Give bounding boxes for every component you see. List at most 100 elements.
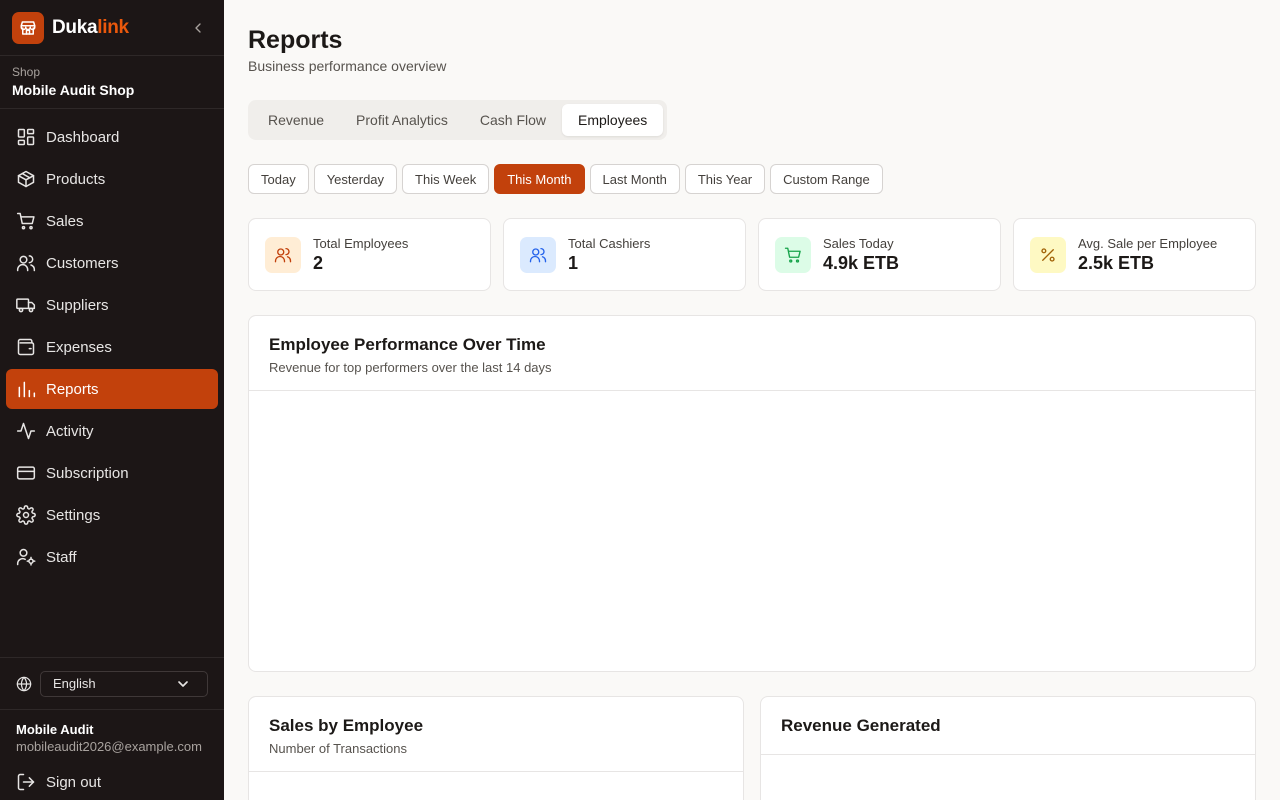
sidebar-item-reports[interactable]: Reports xyxy=(6,369,218,409)
user-info: Mobile Audit mobileaudit2026@example.com… xyxy=(0,709,224,800)
log-out-icon xyxy=(17,773,35,791)
revenue-generated-card: Revenue Generated xyxy=(760,696,1256,800)
store-icon[interactable] xyxy=(12,11,44,44)
sidebar-item-dashboard[interactable]: Dashboard xyxy=(6,117,218,157)
date-range-filter: Today Yesterday This Week This Month Las… xyxy=(248,164,883,194)
card-title: Sales by Employee xyxy=(269,716,424,735)
stat-value: 1 xyxy=(568,252,579,273)
stat-label: Sales Today xyxy=(823,235,894,251)
tab-profit-analytics[interactable]: Profit Analytics xyxy=(340,104,464,136)
range-yesterday-button[interactable]: Yesterday xyxy=(313,164,398,194)
range-today-button[interactable]: Today xyxy=(248,164,309,194)
sidebar-item-subscription[interactable]: Subscription xyxy=(6,453,218,493)
percent-icon xyxy=(1030,236,1066,273)
range-this-year-button[interactable]: This Year xyxy=(684,164,766,194)
language-switcher: English xyxy=(0,657,224,709)
sales-chart-area xyxy=(249,772,743,800)
card-title: Revenue Generated xyxy=(781,716,941,735)
card-header: Sales by Employee Number of Transactions xyxy=(249,697,743,772)
shop-info: Shop Mobile Audit Shop xyxy=(0,56,224,109)
stat-card-total-employees: Total Employees 2 xyxy=(248,218,491,291)
card-subtitle: Revenue for top performers over the last… xyxy=(269,360,552,375)
user-email: mobileaudit2026@example.com xyxy=(16,739,202,754)
cart-icon xyxy=(775,236,811,273)
card-title: Employee Performance Over Time xyxy=(269,335,546,354)
tab-employees[interactable]: Employees xyxy=(562,104,664,136)
card-subtitle: Number of Transactions xyxy=(269,741,408,756)
bar-chart-icon xyxy=(18,381,36,398)
sidebar-item-label: Dashboard xyxy=(46,128,120,146)
stat-value: 2.5k ETB xyxy=(1078,252,1155,273)
sidebar-item-label: Subscription xyxy=(46,464,129,482)
sign-out-button[interactable]: Sign out xyxy=(16,764,208,800)
range-this-week-button[interactable]: This Week xyxy=(402,164,490,194)
sidebar-item-label: Activity xyxy=(46,422,94,440)
range-custom-button[interactable]: Custom Range xyxy=(770,164,883,194)
box-icon xyxy=(17,170,35,188)
card-header: Employee Performance Over Time Revenue f… xyxy=(249,316,1255,391)
performance-chart-area xyxy=(249,391,1255,671)
language-select[interactable]: English xyxy=(40,670,208,697)
gear-icon xyxy=(16,505,36,525)
sidebar-item-products[interactable]: Products xyxy=(6,159,218,199)
language-selected-value: English xyxy=(53,676,96,691)
revenue-chart-area xyxy=(761,755,1255,800)
range-last-month-button[interactable]: Last Month xyxy=(589,164,680,194)
sidebar-nav: Dashboard Products Sales Customers Suppl… xyxy=(0,109,224,657)
user-cog-icon xyxy=(16,548,36,566)
tab-cash-flow[interactable]: Cash Flow xyxy=(464,104,562,136)
sales-by-employee-card: Sales by Employee Number of Transactions xyxy=(248,696,744,800)
employee-performance-card: Employee Performance Over Time Revenue f… xyxy=(248,315,1256,672)
shop-name: Mobile Audit Shop xyxy=(12,82,135,98)
sidebar-item-label: Customers xyxy=(46,254,119,272)
brand-header: Dukalink xyxy=(0,0,224,56)
stat-card-total-cashiers: Total Cashiers 1 xyxy=(503,218,746,291)
brand-name: Dukalink xyxy=(52,16,129,38)
sidebar-item-label: Expenses xyxy=(46,338,112,356)
chevron-left-icon xyxy=(195,23,201,33)
range-this-month-button[interactable]: This Month xyxy=(494,164,585,194)
sidebar-item-settings[interactable]: Settings xyxy=(6,495,218,535)
stats-row: Total Employees 2 Total Cashiers 1 Sales… xyxy=(248,218,1256,291)
stat-label: Total Cashiers xyxy=(568,235,651,251)
cart-icon xyxy=(16,212,35,230)
truck-icon xyxy=(16,298,36,313)
main-content: Reports Business performance overview Re… xyxy=(224,0,1280,800)
users-icon xyxy=(520,236,556,273)
chevron-down-icon xyxy=(178,680,188,687)
dashboard-icon xyxy=(17,128,35,146)
wallet-icon xyxy=(17,338,35,356)
stat-value: 2 xyxy=(313,252,324,273)
users-icon xyxy=(16,255,36,272)
collapse-sidebar-button[interactable] xyxy=(188,18,208,38)
sidebar-item-label: Products xyxy=(46,170,106,188)
sidebar-item-label: Staff xyxy=(46,548,77,566)
sidebar-item-sales[interactable]: Sales xyxy=(6,201,218,241)
globe-icon xyxy=(16,676,32,691)
sidebar-item-label: Settings xyxy=(46,506,101,524)
sidebar-item-expenses[interactable]: Expenses xyxy=(6,327,218,367)
sidebar-item-suppliers[interactable]: Suppliers xyxy=(6,285,218,325)
sidebar-item-staff[interactable]: Staff xyxy=(6,537,218,577)
card-header: Revenue Generated xyxy=(761,697,1255,755)
credit-card-icon xyxy=(16,466,36,480)
stat-card-avg-sale: Avg. Sale per Employee 2.5k ETB xyxy=(1013,218,1256,291)
sidebar: Dukalink Shop Mobile Audit Shop Dashboar… xyxy=(0,0,224,800)
tab-revenue[interactable]: Revenue xyxy=(252,104,340,136)
sidebar-item-customers[interactable]: Customers xyxy=(6,243,218,283)
stat-label: Total Employees xyxy=(313,235,409,251)
user-name: Mobile Audit xyxy=(16,722,94,737)
stat-card-sales-today: Sales Today 4.9k ETB xyxy=(758,218,1001,291)
page-title: Reports xyxy=(248,26,343,54)
stat-label: Avg. Sale per Employee xyxy=(1078,235,1218,251)
activity-icon xyxy=(16,422,36,440)
shop-label: Shop xyxy=(12,65,41,79)
sidebar-item-activity[interactable]: Activity xyxy=(6,411,218,451)
sidebar-item-label: Reports xyxy=(46,380,99,398)
page-subtitle: Business performance overview xyxy=(248,58,447,74)
sign-out-label: Sign out xyxy=(46,773,102,791)
report-tabs: Revenue Profit Analytics Cash Flow Emplo… xyxy=(248,100,668,140)
stat-value: 4.9k ETB xyxy=(823,252,900,273)
sidebar-item-label: Sales xyxy=(46,212,84,230)
users-icon xyxy=(265,236,301,273)
